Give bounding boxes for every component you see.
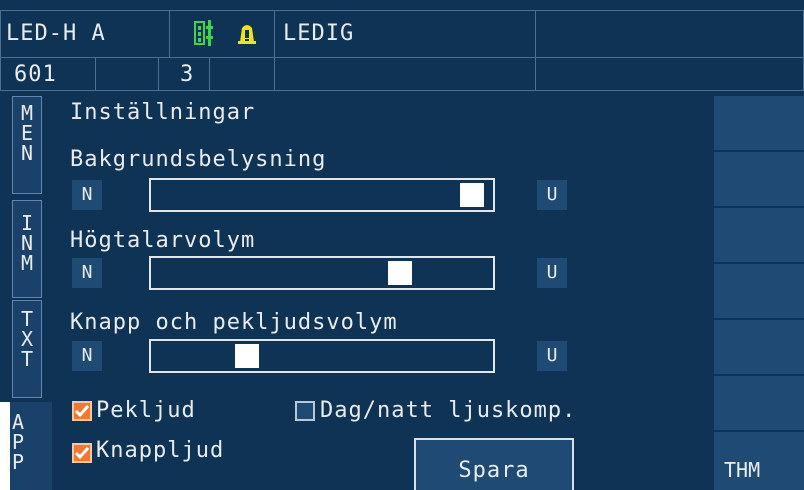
backlight-slider[interactable]: [149, 178, 495, 212]
save-button-label: Spara: [458, 458, 530, 483]
speaker-volume-slider[interactable]: [149, 256, 495, 290]
channel-extra-cell: [209, 57, 275, 91]
device-name: LED-H A: [6, 21, 106, 46]
key-touch-volume-min-button[interactable]: N: [72, 341, 102, 371]
side-tab-inm[interactable]: I N M: [12, 200, 42, 298]
save-button[interactable]: Spara: [414, 438, 574, 490]
side-tab-men[interactable]: M E N: [12, 96, 42, 194]
settings-title: Inställningar: [70, 100, 256, 125]
right-soft-button-2[interactable]: [714, 150, 804, 208]
speaker-volume-min-button[interactable]: N: [72, 258, 102, 288]
side-tab-letter: M: [20, 251, 34, 275]
thm-button[interactable]: THM: [714, 430, 804, 490]
speaker-volume-slider-thumb[interactable]: [388, 261, 412, 285]
side-tab-letter: I: [20, 211, 34, 235]
header-row2-right-cell: [535, 57, 804, 91]
right-soft-button-1[interactable]: [714, 94, 804, 152]
header-empty-cell: [535, 10, 804, 58]
side-tab-letter: E: [20, 121, 34, 145]
backlight-max-button[interactable]: U: [537, 180, 567, 210]
touch-sound-label[interactable]: Pekljud: [96, 399, 196, 423]
screen: LED-H A LEDIG 601 3 M E N I N M T X T A …: [0, 0, 804, 490]
side-tab-letter: N: [20, 141, 34, 165]
unit-number: 601: [14, 62, 57, 87]
key-sound-label[interactable]: Knappljud: [96, 439, 224, 463]
key-touch-volume-slider-thumb[interactable]: [235, 344, 260, 368]
side-tab-letter: P: [12, 430, 25, 454]
key-touch-volume-max-button[interactable]: U: [537, 341, 567, 371]
side-tab-letter: T: [20, 347, 34, 371]
warning-bell-icon: [237, 22, 257, 46]
side-tab-letter: M: [20, 101, 34, 125]
key-touch-volume-slider[interactable]: [149, 339, 495, 373]
channel-number: 3: [180, 62, 195, 87]
checkmark-icon: [74, 447, 90, 460]
touch-sound-checkbox[interactable]: [72, 401, 92, 421]
thm-button-label: THM: [724, 458, 761, 482]
backlight-label: Bakgrundsbelysning: [70, 147, 327, 172]
speaker-volume-max-button[interactable]: U: [537, 258, 567, 288]
signal-icon: [194, 18, 236, 48]
right-soft-button-4[interactable]: [714, 262, 804, 320]
key-sound-checkbox[interactable]: [72, 443, 92, 463]
right-soft-button-5[interactable]: [714, 318, 804, 376]
backlight-min-button[interactable]: N: [72, 180, 102, 210]
side-tab-letter: A: [12, 410, 25, 434]
side-tab-letter: T: [20, 307, 34, 331]
right-soft-button-6[interactable]: [714, 374, 804, 432]
side-tab-letter: N: [20, 231, 34, 255]
side-tab-letter: P: [12, 450, 25, 474]
day-night-label[interactable]: Dag/natt ljuskomp.: [320, 399, 576, 423]
right-soft-button-3[interactable]: [714, 206, 804, 264]
day-night-checkbox[interactable]: [295, 401, 315, 421]
header-row2-cell: [274, 57, 536, 91]
side-tab-app[interactable]: A P P: [0, 402, 52, 490]
number-extra-cell: [95, 57, 159, 91]
key-touch-volume-label: Knapp och pekljudsvolym: [70, 310, 398, 335]
backlight-slider-thumb[interactable]: [459, 183, 484, 207]
side-tab-txt[interactable]: T X T: [12, 300, 42, 398]
checkmark-icon: [74, 405, 90, 418]
side-tab-letter: X: [20, 327, 34, 351]
status-text: LEDIG: [283, 21, 355, 46]
speaker-volume-label: Högtalarvolym: [70, 228, 256, 253]
